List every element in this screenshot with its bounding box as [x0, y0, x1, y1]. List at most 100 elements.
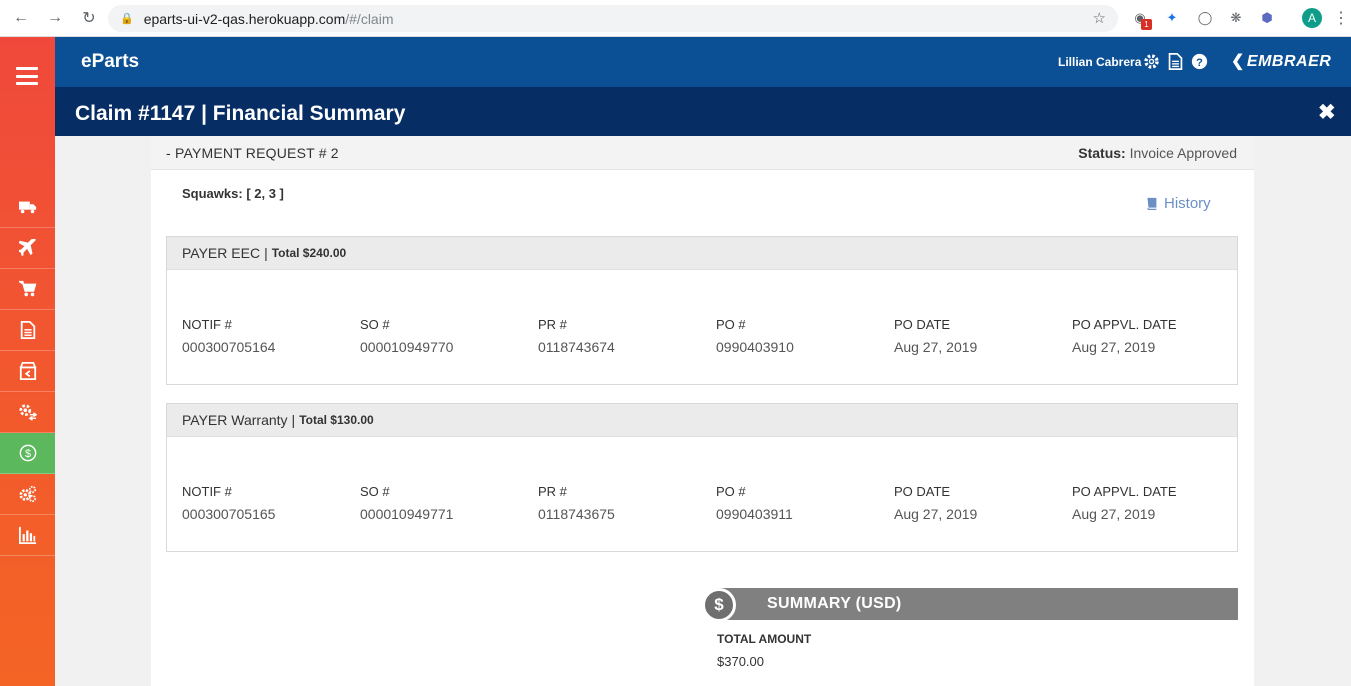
payment-request-header[interactable]: - PAYMENT REQUEST # 2 Status: Invoice Ap…: [151, 136, 1254, 170]
sidebar-item-document[interactable]: [0, 310, 55, 351]
so-value: 000010949770: [360, 339, 454, 355]
po-label: PO #: [716, 317, 746, 332]
po-label: PO #: [716, 484, 746, 499]
document-icon: [20, 321, 35, 339]
pr-column: PR # 0118743674: [538, 317, 615, 355]
squawks-label: Squawks:: [182, 186, 243, 201]
shield-extension-icon[interactable]: ⬢: [1258, 9, 1276, 27]
payer-name: PAYER Warranty: [182, 412, 288, 428]
sidebar-item-truck[interactable]: [0, 187, 55, 228]
squawks: Squawks: [ 2, 3 ]: [182, 186, 284, 201]
summary-header: SUMMARY (USD): [717, 588, 1238, 620]
url-host: eparts-ui-v2-qas.herokuapp.com: [143, 10, 346, 27]
sidebar-item-airplane[interactable]: [0, 228, 55, 269]
sidebar-item-cart[interactable]: [0, 269, 55, 310]
sidebar-item-settings-transfer[interactable]: [0, 392, 55, 433]
pr-column: PR # 0118743675: [538, 484, 615, 522]
notif-label: NOTIF #: [182, 317, 232, 332]
payer-separator: |: [291, 412, 296, 428]
sidebar-item-financial[interactable]: $: [0, 433, 55, 474]
app-title[interactable]: eParts: [81, 51, 139, 73]
sidebar-item-package-return[interactable]: [0, 351, 55, 392]
browser-menu-icon[interactable]: ⋮: [1333, 8, 1349, 28]
feather-extension-icon[interactable]: ✦: [1163, 9, 1181, 27]
status-value: Invoice Approved: [1129, 145, 1237, 161]
close-icon[interactable]: ✖: [1318, 100, 1336, 125]
total-amount-value: $370.00: [717, 654, 764, 669]
profile-avatar[interactable]: A: [1302, 8, 1322, 28]
po-appvl-date-value: Aug 27, 2019: [1072, 506, 1156, 522]
notif-value: 000300705164: [182, 339, 276, 355]
payer-separator: |: [264, 245, 268, 261]
pr-label: PR #: [538, 484, 567, 499]
status-text: Status: Invoice Approved: [1078, 145, 1237, 161]
address-bar[interactable]: 🔒 eparts-ui-v2-qas.herokuapp.com/#/claim…: [108, 5, 1118, 32]
sidebar-item-reports[interactable]: [0, 515, 55, 556]
payer-name: PAYER EEC: [182, 245, 261, 261]
back-icon[interactable]: ←: [10, 7, 32, 29]
so-column: SO # 000010949770: [360, 317, 453, 355]
payment-request-title[interactable]: - PAYMENT REQUEST # 2: [166, 145, 339, 161]
svg-text:?: ?: [1196, 56, 1203, 68]
po-column: PO # 0990403911: [716, 484, 793, 522]
sidebar-nav: $: [0, 187, 55, 556]
po-date-label: PO DATE: [894, 484, 951, 499]
svg-text:$: $: [25, 448, 31, 460]
sidebar-item-config[interactable]: [0, 474, 55, 515]
page-title-bar: Claim #1147 | Financial Summary ✖: [55, 87, 1351, 136]
po-date-value: Aug 27, 2019: [894, 506, 978, 522]
bar-chart-icon: [18, 526, 36, 544]
notif-column: NOTIF # 000300705165: [182, 484, 275, 522]
payer-total: Total $130.00: [299, 413, 374, 427]
po-date-label: PO DATE: [894, 317, 951, 332]
bookmark-star-icon[interactable]: ☆: [1093, 9, 1106, 27]
gear-exchange-icon: [18, 404, 37, 421]
po-appvl-date-value: Aug 27, 2019: [1072, 339, 1156, 355]
history-link[interactable]: History: [1145, 195, 1211, 212]
user-name[interactable]: Lillian Cabrera: [1058, 55, 1141, 69]
notif-label: NOTIF #: [182, 484, 232, 499]
hamburger-menu-icon[interactable]: [16, 67, 38, 85]
po-appvl-date-column: PO APPVL. DATE Aug 27, 2019: [1072, 484, 1177, 522]
app-header: eParts Lillian Cabrera ? ❮ EMBRAER: [55, 37, 1351, 87]
po-date-value: Aug 27, 2019: [894, 339, 978, 355]
airplane-icon: [18, 239, 36, 257]
history-label[interactable]: History: [1164, 195, 1211, 212]
help-icon[interactable]: ?: [1190, 52, 1208, 70]
squawks-value: [ 2, 3 ]: [246, 186, 284, 201]
reload-icon[interactable]: ↻: [78, 7, 100, 29]
gear-icon[interactable]: [1142, 52, 1160, 70]
po-date-column: PO DATE Aug 27, 2019: [894, 484, 977, 522]
payer-header: PAYER Warranty | Total $130.00: [167, 404, 1237, 437]
so-value: 000010949771: [360, 506, 454, 522]
gears-icon: [18, 485, 36, 503]
code-extension-icon[interactable]: ◯: [1196, 9, 1214, 27]
pr-label: PR #: [538, 317, 567, 332]
po-date-column: PO DATE Aug 27, 2019: [894, 317, 977, 355]
brand-name: EMBRAER: [1246, 53, 1332, 70]
puzzle-extension-icon[interactable]: ❋: [1227, 9, 1245, 27]
shopping-cart-icon: [18, 280, 36, 297]
package-return-icon: [18, 362, 37, 380]
url-path: /#/claim: [345, 10, 394, 27]
document-icon[interactable]: [1166, 52, 1184, 70]
forward-icon[interactable]: →: [44, 7, 66, 29]
total-amount-label: TOTAL AMOUNT: [717, 632, 812, 646]
page-title: Claim #1147 | Financial Summary: [75, 102, 406, 125]
embraer-logo: ❮ EMBRAER: [1231, 53, 1332, 70]
truck-icon: [18, 201, 36, 214]
so-column: SO # 000010949771: [360, 484, 453, 522]
payer-card-eec: PAYER EEC | Total $240.00 NOTIF # 000300…: [166, 236, 1238, 385]
summary-title: SUMMARY (USD): [767, 595, 902, 612]
extension-badge: 1: [1141, 19, 1152, 30]
pr-value: 0118743675: [538, 506, 615, 522]
status-label: Status:: [1078, 145, 1126, 161]
notif-column: NOTIF # 000300705164: [182, 317, 275, 355]
po-appvl-date-label: PO APPVL. DATE: [1072, 317, 1177, 332]
pr-value: 0118743674: [538, 339, 615, 355]
payer-card-warranty: PAYER Warranty | Total $130.00 NOTIF # 0…: [166, 403, 1238, 552]
so-label: SO #: [360, 484, 390, 499]
po-value: 0990403911: [716, 506, 793, 522]
lock-icon: 🔒: [120, 13, 134, 25]
notif-value: 000300705165: [182, 506, 276, 522]
